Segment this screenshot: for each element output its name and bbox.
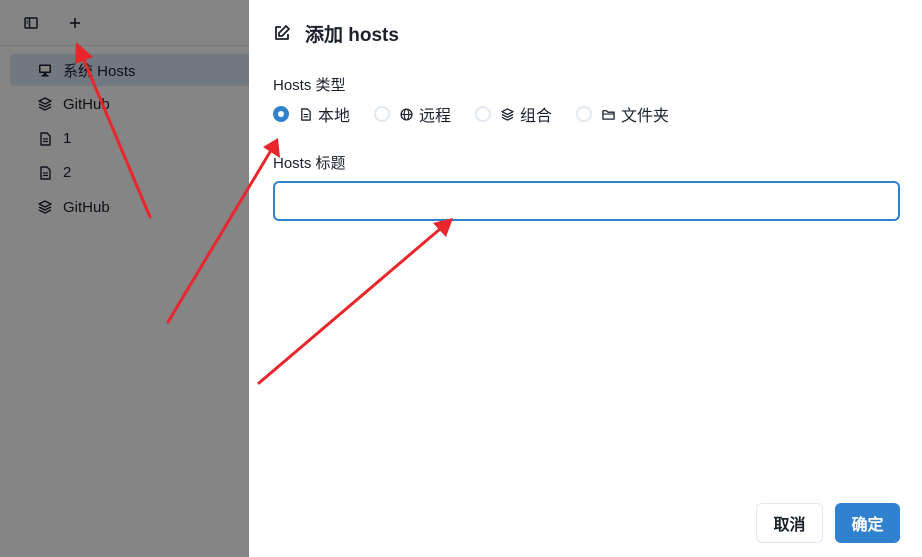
hosts-type-label: Hosts 类型 (273, 77, 346, 94)
radio-option-folder[interactable]: 文件夹 (576, 102, 669, 126)
hosts-title-label: Hosts 标题 (273, 155, 346, 172)
radio-group[interactable] (475, 106, 492, 122)
confirm-button[interactable]: 确定 (835, 503, 900, 543)
globe-icon (400, 107, 413, 121)
hosts-title-input[interactable] (273, 181, 900, 221)
radio-option-local[interactable]: 本地 (273, 102, 350, 126)
radio-remote[interactable] (374, 106, 391, 122)
drawer-title: 添加 hosts (305, 24, 399, 46)
add-hosts-drawer: 添加 hosts Hosts 类型 本地 远程 组合 文件夹 Hosts 标题 … (249, 0, 922, 557)
edit-icon (275, 25, 290, 40)
radio-folder[interactable] (576, 106, 593, 122)
drawer-header: 添加 hosts (273, 18, 399, 48)
hosts-type-radio-group: 本地 远程 组合 文件夹 (273, 102, 693, 126)
folder-icon (602, 109, 615, 120)
file-icon (301, 107, 311, 121)
radio-option-label: 本地 (318, 108, 351, 125)
radio-option-label: 文件夹 (621, 108, 670, 125)
cancel-button[interactable]: 取消 (756, 503, 823, 543)
radio-option-group[interactable]: 组合 (475, 102, 552, 126)
radio-option-label: 组合 (520, 108, 553, 125)
radio-option-label: 远程 (419, 108, 452, 125)
radio-local[interactable] (273, 106, 289, 122)
layers-icon (501, 107, 514, 121)
radio-option-remote[interactable]: 远程 (374, 102, 451, 126)
